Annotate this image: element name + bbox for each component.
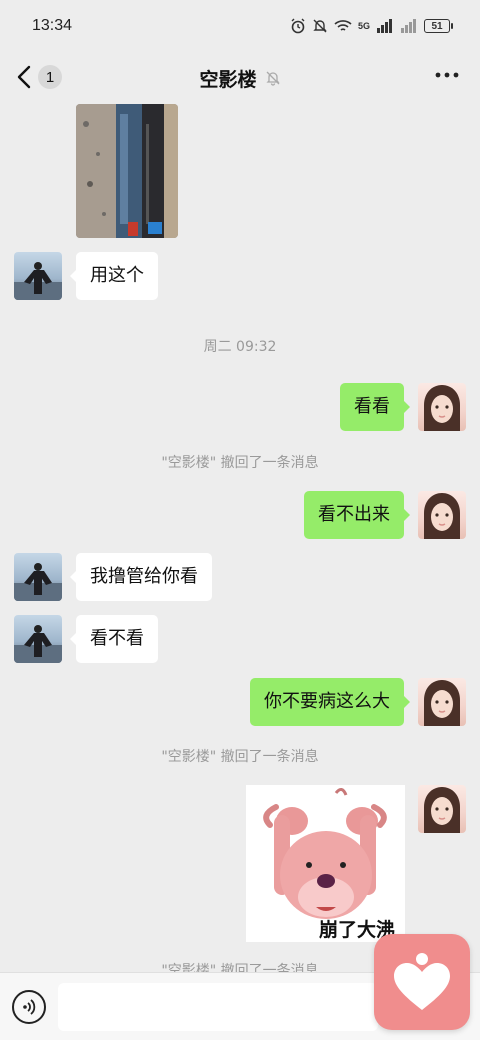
- chat-header: 1 空影楼: [0, 52, 480, 104]
- more-options-button[interactable]: [434, 62, 460, 94]
- message-bubble-incoming[interactable]: 用这个: [70, 252, 158, 300]
- contact-avatar[interactable]: [14, 553, 62, 601]
- user-avatar[interactable]: [418, 678, 466, 726]
- message-bubble-outgoing[interactable]: 你不要病这么大: [250, 678, 410, 726]
- alarm-icon: [291, 18, 305, 34]
- message-bubble-incoming[interactable]: 看不看: [70, 615, 158, 663]
- message-bubble-incoming[interactable]: 我撸管给你看: [70, 553, 212, 601]
- recall-notice: "空影楼" 撤回了一条消息: [161, 749, 319, 765]
- back-button[interactable]: 1: [16, 64, 62, 90]
- contact-avatar[interactable]: [14, 615, 62, 663]
- message-bubble-outgoing[interactable]: 看不出来: [304, 491, 410, 539]
- timestamp-label: 周二 09:32: [203, 339, 277, 355]
- floating-heart-button[interactable]: [374, 934, 470, 1030]
- recall-notice: "空影楼" 撤回了一条消息: [161, 455, 319, 471]
- contact-avatar[interactable]: [14, 252, 62, 300]
- voice-icon: [23, 999, 36, 1015]
- sticker-message[interactable]: 崩了大沸: [246, 785, 405, 942]
- user-avatar[interactable]: [418, 785, 466, 833]
- signal-icon-2: [401, 19, 416, 33]
- image-message[interactable]: [76, 104, 178, 238]
- message-input[interactable]: [58, 983, 378, 1031]
- chat-title: 空影楼: [199, 68, 257, 91]
- user-avatar[interactable]: [418, 383, 466, 431]
- network-label: 5G: [357, 21, 370, 31]
- bell-off-icon: [265, 71, 280, 86]
- user-avatar[interactable]: [418, 491, 466, 539]
- heart-person-icon: [394, 953, 450, 1010]
- status-icons: 5G 51: [290, 18, 453, 34]
- status-bar: 13:34 5G 51: [0, 0, 480, 52]
- chevron-left-icon: [17, 65, 31, 89]
- photo-thumbnail: [76, 104, 178, 238]
- signal-icon: [377, 19, 392, 33]
- mute-status-icon: [313, 19, 327, 33]
- unread-count-badge: 1: [38, 65, 62, 89]
- message-bubble-outgoing[interactable]: 看看: [340, 383, 410, 431]
- status-time: 13:34: [32, 17, 73, 34]
- more-dots-icon: [435, 72, 459, 78]
- battery-icon: 51: [424, 19, 453, 33]
- message-list[interactable]: 用这个 周二 09:32 看看 "空影楼" 撤回了一条消息 看不出来 我撸管给你…: [0, 104, 480, 972]
- voice-button[interactable]: [12, 990, 46, 1024]
- wifi-icon: [334, 20, 352, 31]
